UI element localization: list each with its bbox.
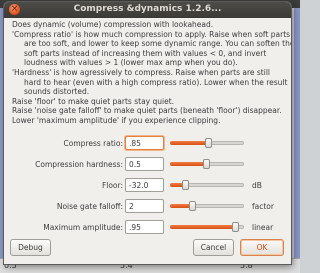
description-line: Does dynamic (volume) compression with l… [12, 20, 214, 29]
description-line: loudness with values > 1 (lower max amp … [24, 58, 238, 68]
maximum-amplitude-label: Maximum amplitude: [43, 223, 123, 232]
compression-hardness-label: Compression hardness: [35, 160, 123, 169]
compression-hardness-input[interactable] [125, 157, 164, 171]
description-line: are too soft, and lower to keep some dyn… [24, 39, 291, 49]
maximum-amplitude-input[interactable] [125, 220, 164, 234]
slider-track[interactable] [192, 204, 244, 208]
floor-input[interactable] [125, 178, 164, 192]
dialog-title: Compress &dynamics 1.2.6... [73, 4, 222, 14]
compress-ratio-label: Compress ratio: [63, 139, 123, 148]
maximum-amplitude-slider[interactable] [170, 222, 244, 232]
compression-hardness-row: Compression hardness: [4, 157, 291, 173]
slider-track[interactable] [208, 141, 244, 145]
description-text: Does dynamic (volume) compression with l… [12, 20, 291, 126]
floor-slider[interactable] [170, 180, 244, 190]
compress-ratio-input[interactable] [125, 136, 164, 150]
slider-thumb[interactable] [205, 138, 212, 148]
debug-button[interactable]: Debug [10, 239, 51, 256]
ok-button[interactable]: OK [240, 239, 284, 256]
slider-thumb[interactable] [189, 201, 196, 211]
slider-fill [170, 225, 235, 229]
slider-track[interactable] [185, 183, 244, 187]
compression-hardness-slider[interactable] [170, 159, 244, 169]
description-line: Raise 'floor' to make quiet parts stay q… [12, 96, 175, 106]
slider-fill [170, 162, 206, 166]
floor-row: Floor: dB [4, 178, 291, 194]
maximum-amplitude-row: Maximum amplitude: linear [4, 220, 291, 236]
noise-gate-falloff-unit: factor [252, 202, 274, 211]
description-line: Raise 'noise gate falloff' to make quiet… [12, 106, 282, 116]
description-line: sounds distorted. [24, 87, 90, 97]
description-line: 'Compress ratio' is how much compression… [12, 29, 291, 39]
maximum-amplitude-unit: linear [252, 223, 274, 232]
slider-thumb[interactable] [203, 159, 210, 169]
description-line: Lower 'maximum amplitude' if you experie… [12, 115, 221, 125]
floor-unit: dB [252, 181, 262, 190]
compress-dynamics-dialog: × Compress &dynamics 1.2.6... Does dynam… [4, 2, 291, 264]
noise-gate-falloff-slider[interactable] [170, 201, 244, 211]
description-line: hard to hear (even with a high compress … [24, 77, 288, 87]
slider-track[interactable] [206, 162, 244, 166]
compress-ratio-row: Compress ratio: [4, 136, 291, 152]
noise-gate-falloff-label: Noise gate falloff: [56, 202, 123, 211]
description-line: 'Hardness' is how agressively to compres… [12, 67, 270, 77]
slider-fill [170, 141, 208, 145]
noise-gate-falloff-input[interactable] [125, 199, 164, 213]
title-bar[interactable]: × Compress &dynamics 1.2.6... [4, 2, 291, 18]
noise-gate-falloff-row: Noise gate falloff: factor [4, 199, 291, 215]
cancel-button[interactable]: Cancel [193, 239, 234, 256]
slider-thumb[interactable] [232, 222, 239, 232]
waveform-right [294, 8, 300, 259]
slider-thumb[interactable] [182, 180, 189, 190]
floor-label: Floor: [101, 181, 123, 190]
compress-ratio-slider[interactable] [170, 138, 244, 148]
description-line: soft parts instead of increasing them wi… [24, 48, 267, 58]
